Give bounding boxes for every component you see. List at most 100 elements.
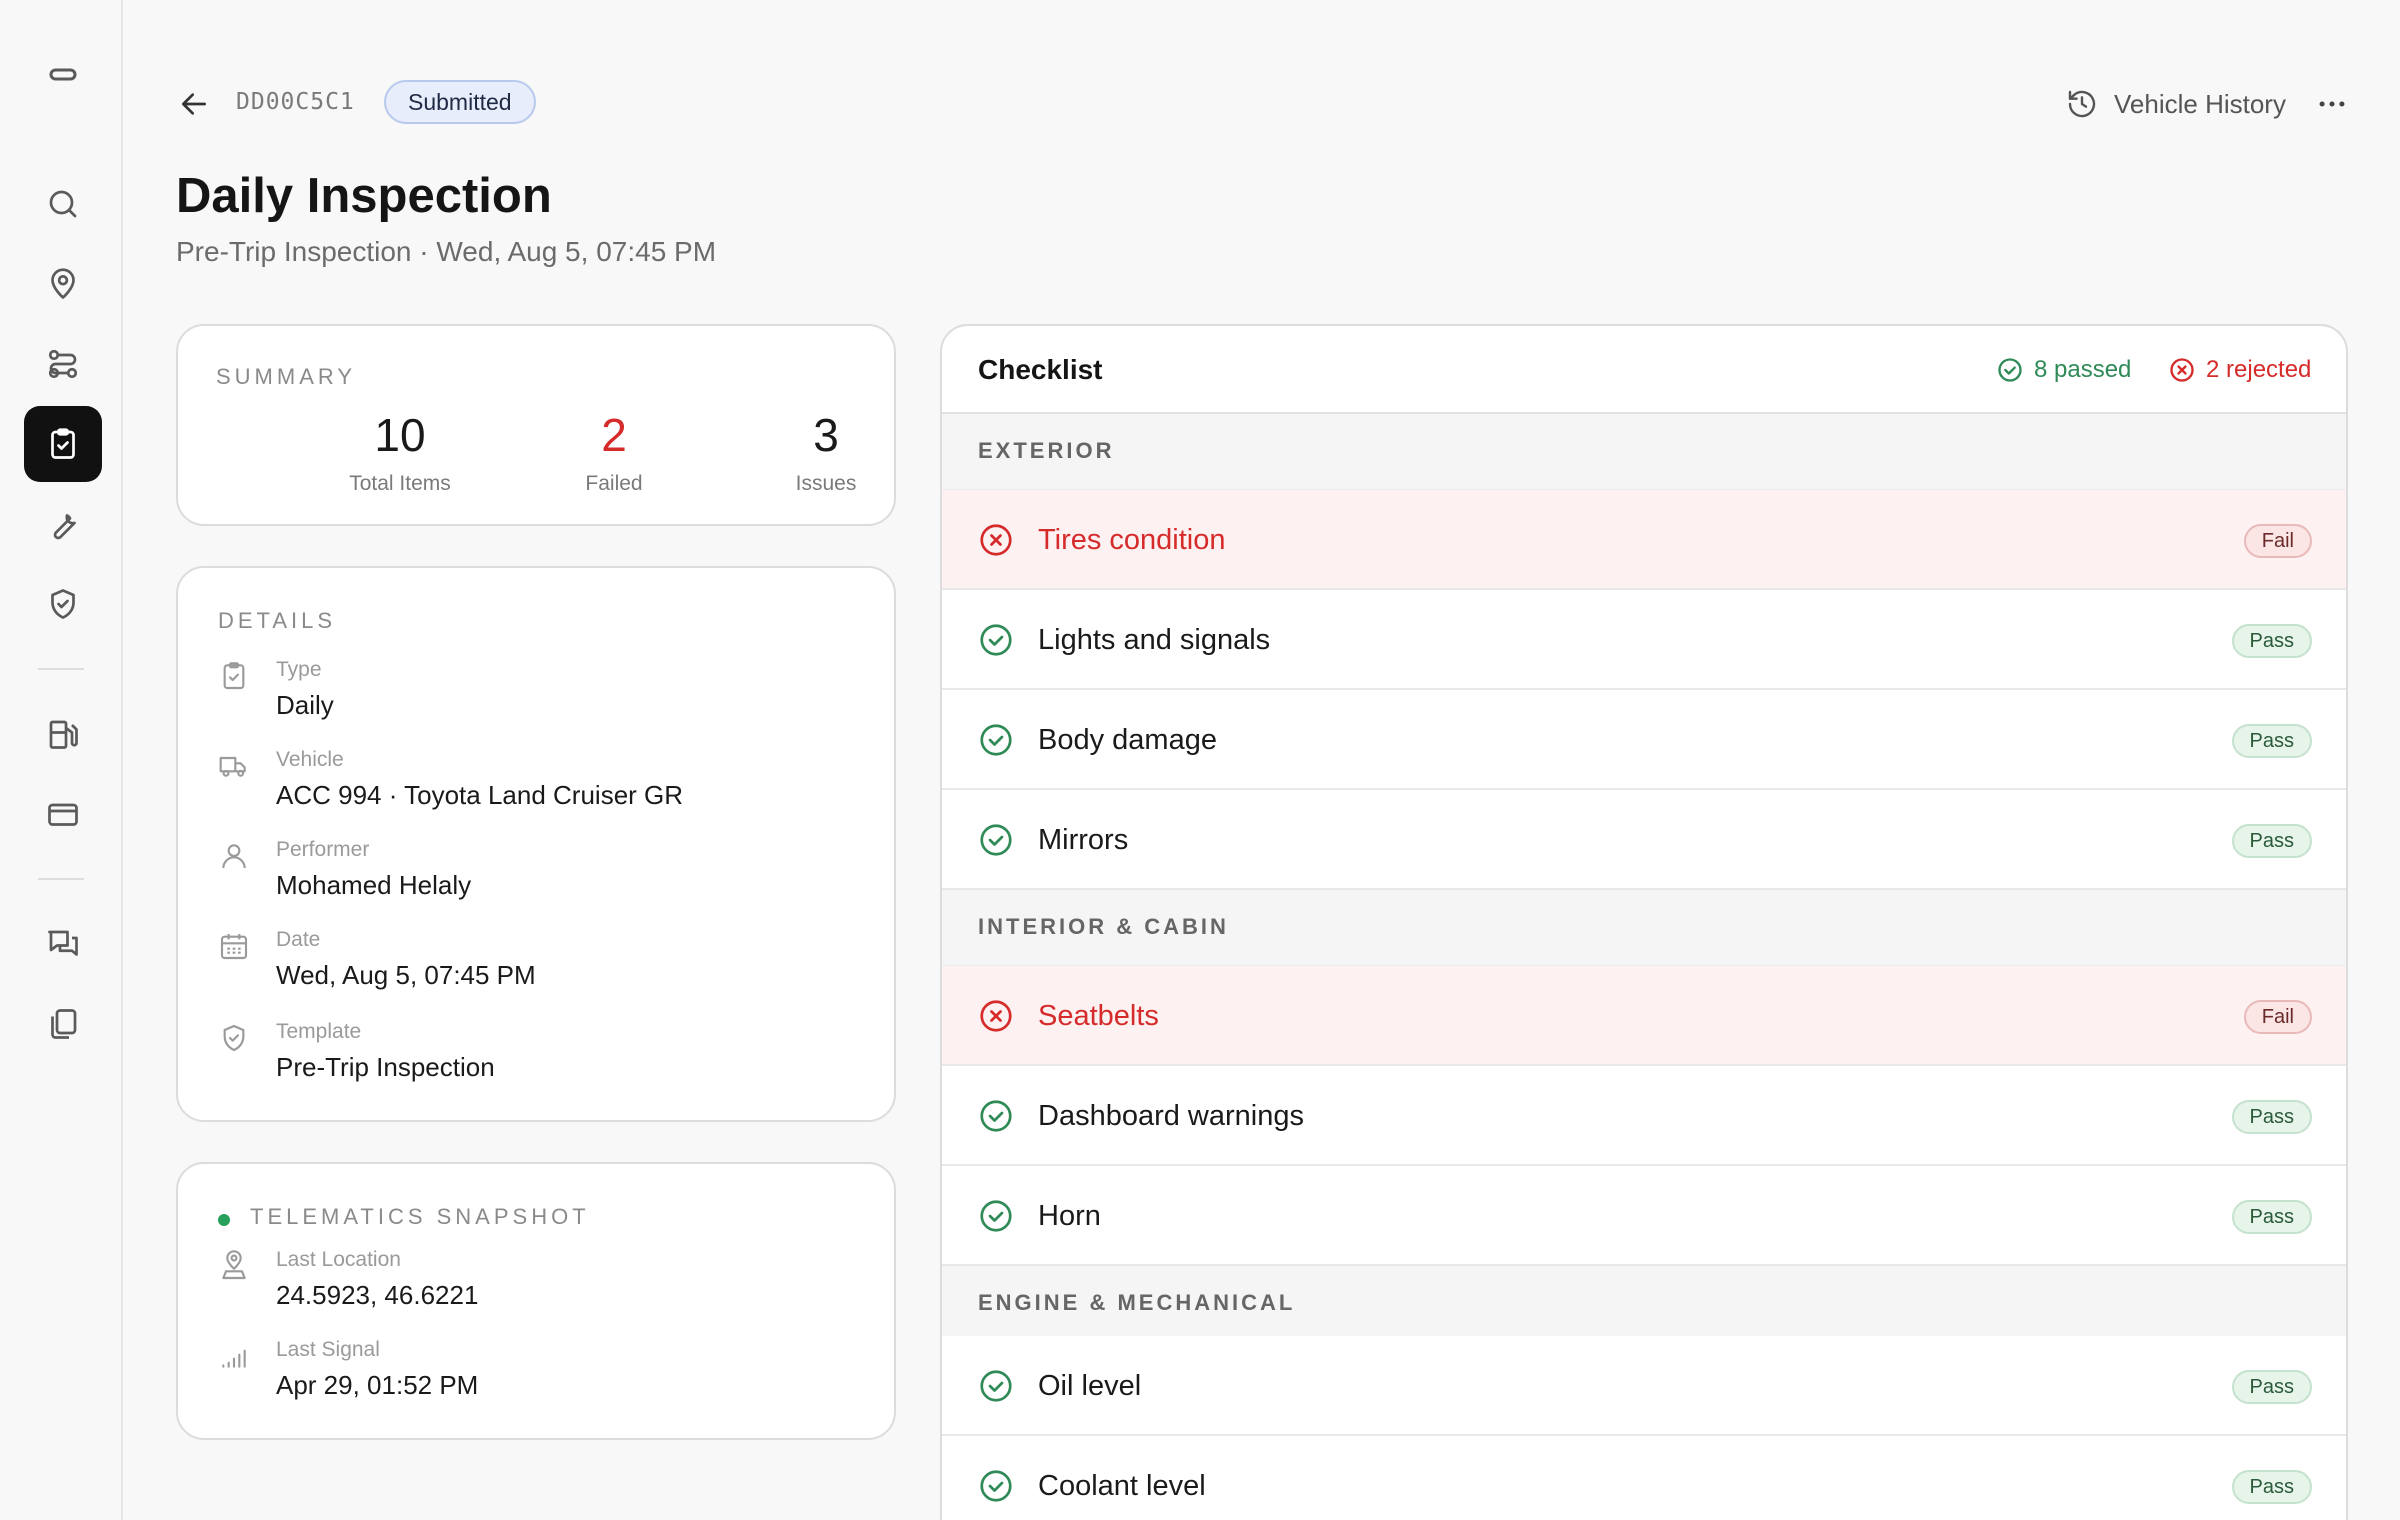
detail-template-label: Template	[276, 1020, 362, 1043]
checklist-card: Checklist 8 passed 2 rejected EXTERIOR T…	[940, 324, 2348, 1520]
detail-date-label: Date	[276, 928, 321, 951]
check-circle-icon	[978, 622, 1014, 658]
telematics-signal-label: Last Signal	[276, 1338, 380, 1361]
checklist-item-name: Body damage	[1038, 724, 1217, 756]
group-label: INTERIOR & CABIN	[978, 914, 1229, 939]
checklist-item[interactable]: Body damage Pass	[942, 690, 2346, 790]
wrench-icon[interactable]	[24, 486, 102, 562]
more-horizontal-icon	[2319, 101, 2345, 107]
status-pill: Pass	[2231, 1370, 2312, 1404]
online-status-dot	[218, 1214, 230, 1226]
checklist-item[interactable]: Horn Pass	[942, 1166, 2346, 1266]
checklist-item-name: Mirrors	[1038, 824, 1129, 856]
telematics-card: TELEMATICS SNAPSHOT Last Location 24.592…	[176, 1162, 896, 1440]
search-icon[interactable]	[24, 166, 102, 242]
telematics-location-label: Last Location	[276, 1248, 401, 1271]
calendar-icon	[218, 930, 250, 962]
status-pill: Pass	[2231, 1200, 2312, 1234]
checklist-item[interactable]: Dashboard warnings Pass	[942, 1066, 2346, 1166]
group-label: ENGINE & MECHANICAL	[978, 1290, 1296, 1315]
status-badge: Submitted	[384, 80, 536, 124]
passed-count: 8 passed	[1996, 356, 2131, 384]
checklist-item[interactable]: Coolant level Pass	[942, 1436, 2346, 1520]
stat-failed-label: Failed	[585, 472, 643, 495]
checklist-item[interactable]: Oil level Pass	[942, 1336, 2346, 1436]
location-user-icon	[218, 1250, 250, 1282]
check-circle-icon	[978, 1198, 1014, 1234]
arrow-left-icon	[182, 93, 206, 115]
rejected-count: 2 rejected	[2168, 356, 2311, 384]
checklist-item-name: Oil level	[1038, 1370, 1142, 1402]
route-icon[interactable]	[24, 326, 102, 402]
telematics-label: TELEMATICS SNAPSHOT	[250, 1204, 590, 1229]
checklist-item-name: Coolant level	[1038, 1470, 1206, 1502]
stat-total-value: 10	[374, 409, 426, 461]
detail-vehicle: Vehicle ACC 994 · Toyota Land Cruiser GR	[218, 748, 858, 828]
detail-performer-value: Mohamed Helaly	[276, 870, 472, 900]
checklist-header: Checklist 8 passed 2 rejected	[942, 326, 2346, 414]
checklist-item[interactable]: Lights and signals Pass	[942, 590, 2346, 690]
detail-type-value: Daily	[276, 690, 334, 720]
checklist-item[interactable]: Seatbelts Fail	[942, 966, 2346, 1066]
checklist-item-name: Horn	[1038, 1200, 1101, 1232]
stat-issues-label: Issues	[795, 472, 857, 495]
detail-template: Template Pre-Trip Inspection	[218, 1020, 858, 1100]
back-button[interactable]	[174, 84, 214, 124]
shield-check-icon	[218, 1022, 250, 1054]
details-card: DETAILS Type Daily Vehicle ACC 994 · Toy…	[176, 566, 896, 1122]
check-circle-icon	[1998, 358, 2022, 382]
check-circle-icon	[978, 1368, 1014, 1404]
detail-vehicle-label: Vehicle	[276, 748, 344, 771]
stat-total: 10 Total Items	[300, 408, 500, 496]
detail-date-value: Wed, Aug 5, 07:45 PM	[276, 960, 536, 990]
user-icon	[218, 840, 250, 872]
sidebar-divider	[38, 878, 84, 880]
more-options-button[interactable]	[2310, 84, 2354, 124]
x-circle-icon	[978, 522, 1014, 558]
stat-failed: 2 Failed	[514, 408, 714, 496]
x-circle-icon	[2170, 358, 2194, 382]
check-circle-icon	[978, 722, 1014, 758]
detail-type: Type Daily	[218, 658, 858, 738]
details-label: DETAILS	[218, 608, 337, 633]
detail-date: Date Wed, Aug 5, 07:45 PM	[218, 928, 858, 1008]
map-pin-icon[interactable]	[24, 246, 102, 322]
page-subtitle: Pre-Trip Inspection · Wed, Aug 5, 07:45 …	[176, 236, 717, 267]
detail-vehicle-value[interactable]: ACC 994 · Toyota Land Cruiser GR	[276, 780, 683, 811]
page-title: Daily Inspection	[176, 169, 552, 223]
checklist-item[interactable]: Tires condition Fail	[942, 490, 2346, 590]
clipboard-check-icon[interactable]	[24, 406, 102, 482]
fuel-icon[interactable]	[24, 696, 102, 772]
signal-icon	[218, 1340, 250, 1372]
logo-icon[interactable]	[24, 38, 102, 114]
history-icon	[2068, 90, 2096, 118]
status-pill: Fail	[2243, 1000, 2312, 1034]
status-pill: Fail	[2243, 524, 2312, 558]
documents-icon[interactable]	[24, 986, 102, 1062]
checklist-item-name: Tires condition	[1038, 524, 1226, 556]
check-circle-icon	[978, 822, 1014, 858]
status-pill: Pass	[2231, 724, 2312, 758]
status-pill: Pass	[2231, 624, 2312, 658]
telematics-signal: Last Signal Apr 29, 01:52 PM	[218, 1338, 858, 1418]
check-circle-icon	[978, 1098, 1014, 1134]
telematics-signal-value: Apr 29, 01:52 PM	[276, 1370, 479, 1400]
vehicle-history-label: Vehicle History	[2114, 88, 2286, 119]
messages-icon[interactable]	[24, 906, 102, 982]
summary-label: SUMMARY	[216, 364, 357, 389]
checklist-item-name: Seatbelts	[1038, 1000, 1159, 1032]
vehicle-history-button[interactable]: Vehicle History	[2066, 84, 2286, 124]
telematics-location-value: 24.5923, 46.6221	[276, 1280, 479, 1310]
checklist-item[interactable]: Mirrors Pass	[942, 790, 2346, 890]
status-pill: Pass	[2231, 1100, 2312, 1134]
clipboard-icon	[218, 660, 250, 692]
sidebar-divider	[38, 668, 84, 670]
record-id: DD00C5C1	[236, 89, 355, 115]
sidebar	[0, 0, 123, 1520]
detail-performer-label: Performer	[276, 838, 370, 861]
truck-icon	[218, 750, 250, 782]
group-label: EXTERIOR	[978, 438, 1115, 463]
check-circle-icon	[978, 1468, 1014, 1504]
credit-card-icon[interactable]	[24, 776, 102, 852]
shield-check-icon[interactable]	[24, 566, 102, 642]
